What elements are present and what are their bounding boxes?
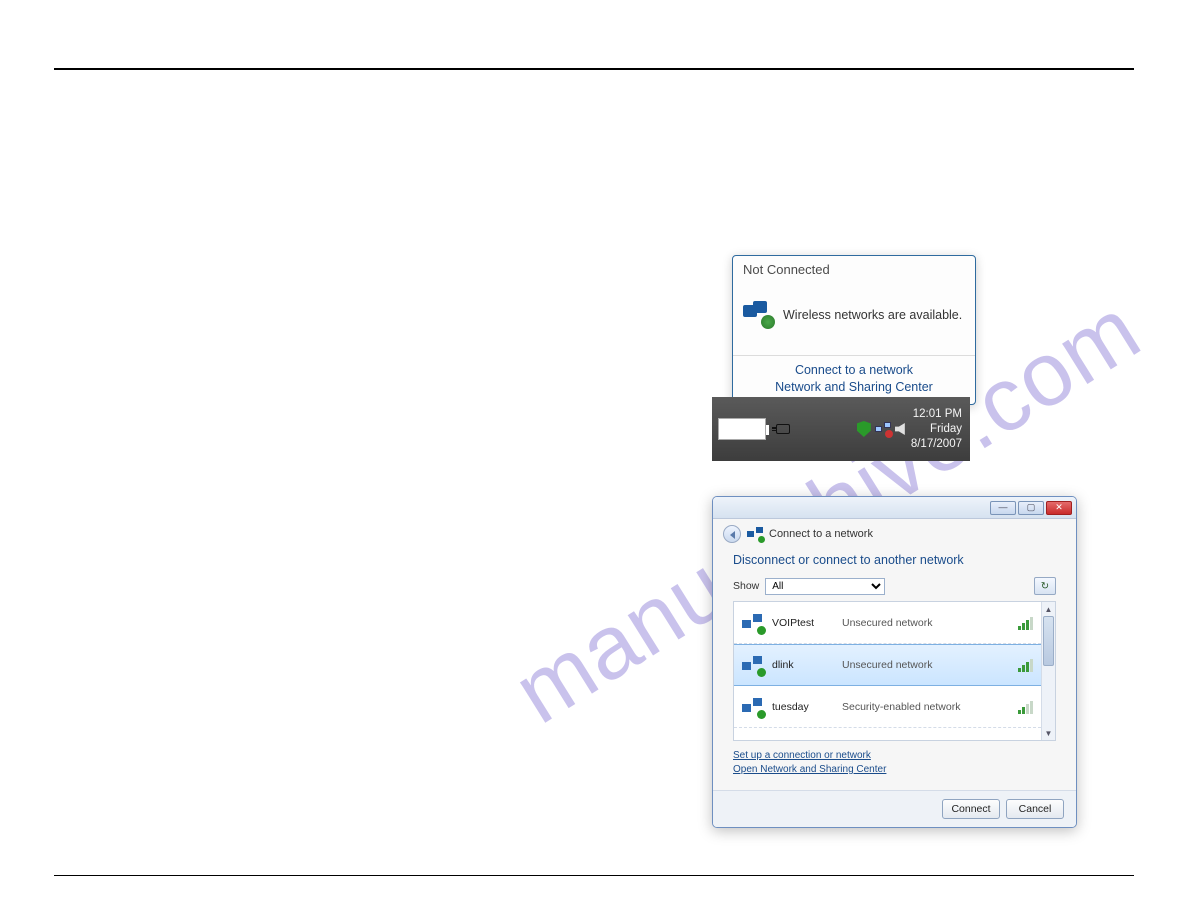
volume-icon[interactable] — [895, 423, 905, 435]
network-name: dlink — [772, 659, 834, 671]
taskbar-clock[interactable]: 12:01 PM Friday 8/17/2007 — [911, 407, 964, 452]
page-rule-top — [54, 68, 1134, 70]
wizard-footer: Connect Cancel — [713, 790, 1076, 827]
network-tray-icon[interactable] — [875, 422, 891, 436]
link-setup-connection[interactable]: Set up a connection or network — [733, 749, 1056, 763]
tray-screenshot: Not Connected Wireless networks are avai… — [712, 255, 970, 461]
network-row-tuesday[interactable]: tuesday Security-enabled network — [734, 686, 1041, 728]
network-name: VOIPtest — [772, 617, 834, 629]
signal-bars-icon — [1018, 616, 1033, 630]
connect-button[interactable]: Connect — [942, 799, 1000, 819]
network-name: tuesday — [772, 701, 834, 713]
network-security: Unsecured network — [842, 617, 1010, 629]
show-select[interactable]: All — [765, 578, 885, 595]
network-icon — [742, 656, 764, 674]
scroll-down-icon[interactable]: ▼ — [1042, 726, 1055, 740]
popup-status: Not Connected — [733, 256, 975, 281]
cancel-button[interactable]: Cancel — [1006, 799, 1064, 819]
taskbar: 12:01 PM Friday 8/17/2007 — [712, 397, 970, 461]
battery-icon — [718, 418, 766, 440]
signal-bars-icon — [1018, 700, 1033, 714]
scrollbar[interactable]: ▲ ▼ — [1041, 602, 1055, 740]
window-title: Connect to a network — [769, 528, 873, 540]
signal-bars-icon — [1018, 658, 1033, 672]
refresh-button[interactable]: ↻ — [1034, 577, 1056, 595]
network-security: Security-enabled network — [842, 701, 1010, 713]
link-connect-network[interactable]: Connect to a network — [733, 362, 975, 379]
tray-icons — [857, 421, 905, 437]
page-rule-bottom — [54, 875, 1134, 876]
show-filter-row: Show All ↻ — [733, 577, 1056, 595]
power-plug-icon — [776, 424, 790, 434]
maximize-button[interactable]: ▢ — [1018, 501, 1044, 515]
clock-day: Friday — [911, 422, 962, 437]
network-icon — [742, 698, 764, 716]
clock-time: 12:01 PM — [911, 407, 962, 422]
wizard-links: Set up a connection or network Open Netw… — [733, 749, 1056, 777]
network-icon — [743, 301, 775, 329]
window-titlebar: — ▢ ✕ — [713, 497, 1076, 519]
security-shield-icon[interactable] — [857, 421, 871, 437]
scroll-thumb[interactable] — [1043, 616, 1054, 666]
wizard-content: Disconnect or connect to another network… — [713, 549, 1076, 790]
wizard-heading: Disconnect or connect to another network — [733, 553, 1056, 567]
network-security: Unsecured network — [842, 659, 1010, 671]
back-button[interactable] — [723, 525, 741, 543]
wizard-header: Connect to a network — [713, 519, 1076, 549]
popup-body: Wireless networks are available. — [733, 281, 975, 355]
minimize-button[interactable]: — — [990, 501, 1016, 515]
link-open-sharing-center[interactable]: Open Network and Sharing Center — [733, 763, 1056, 777]
network-popup: Not Connected Wireless networks are avai… — [732, 255, 976, 405]
scroll-up-icon[interactable]: ▲ — [1042, 602, 1055, 616]
show-label: Show — [733, 580, 759, 592]
network-icon — [747, 527, 763, 541]
popup-message: Wireless networks are available. — [783, 308, 962, 322]
close-button[interactable]: ✕ — [1046, 501, 1072, 515]
network-row-dlink[interactable]: dlink Unsecured network — [734, 644, 1041, 686]
network-list: VOIPtest Unsecured network dlink Unsecured … — [733, 601, 1056, 741]
network-icon — [742, 614, 764, 632]
clock-date: 8/17/2007 — [911, 437, 962, 452]
link-sharing-center[interactable]: Network and Sharing Center — [733, 379, 975, 396]
connect-network-window: — ▢ ✕ Connect to a network Disconnect or… — [712, 496, 1077, 828]
network-row-VOIPtest[interactable]: VOIPtest Unsecured network — [734, 602, 1041, 644]
